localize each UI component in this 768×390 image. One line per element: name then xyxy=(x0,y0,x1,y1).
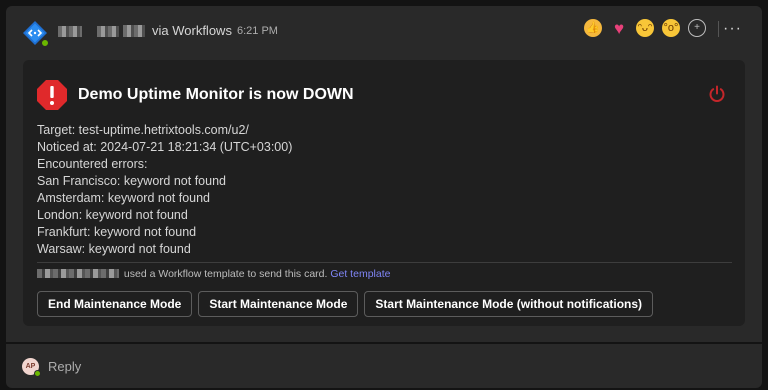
message-container: via Workflows 6:21 PM 👍 ♥ ᵔᴗᵔ °o° + ··· … xyxy=(6,6,762,342)
start-maintenance-mode-button[interactable]: Start Maintenance Mode xyxy=(198,291,359,317)
redacted-sender-name xyxy=(58,26,82,37)
get-template-link[interactable]: Get template xyxy=(330,268,390,280)
detail-line-error: Amsterdam: keyword not found xyxy=(37,191,210,205)
avatar-initials: AP xyxy=(25,363,36,370)
alert-octagon-icon xyxy=(37,80,67,110)
reply-button[interactable]: Reply xyxy=(48,359,81,374)
detail-line-errors-heading: Encountered errors: xyxy=(37,157,148,171)
start-maintenance-mode-silent-button[interactable]: Start Maintenance Mode (without notifica… xyxy=(364,291,654,317)
user-avatar: AP xyxy=(22,358,41,377)
card-details: Target: test-uptime.hetrixtools.com/u2/ … xyxy=(37,122,292,258)
card-actions: End Maintenance Mode Start Maintenance M… xyxy=(37,291,654,317)
like-icon[interactable]: 👍 xyxy=(584,19,602,37)
redacted-sender-name xyxy=(123,25,145,37)
message-timestamp: 6:21 PM xyxy=(237,25,278,37)
card-divider xyxy=(37,262,732,263)
more-options-icon[interactable]: ··· xyxy=(723,20,742,38)
adaptive-card: Demo Uptime Monitor is now DOWN Target: … xyxy=(23,60,745,326)
detail-line-target: Target: test-uptime.hetrixtools.com/u2/ xyxy=(37,123,249,137)
online-status-icon xyxy=(40,38,50,48)
template-attribution: used a Workflow template to send this ca… xyxy=(37,268,390,280)
sender-via-label: via Workflows xyxy=(152,23,232,38)
detail-line-error: San Francisco: keyword not found xyxy=(37,174,226,188)
detail-line-error: Frankfurt: keyword not found xyxy=(37,225,197,239)
add-reaction-icon[interactable]: + xyxy=(688,19,706,37)
laugh-icon[interactable]: ᵔᴗᵔ xyxy=(636,19,654,37)
detail-line-error: Warsaw: keyword not found xyxy=(37,242,191,256)
redacted-user-name xyxy=(37,269,119,278)
divider xyxy=(718,21,719,37)
power-icon xyxy=(709,85,725,102)
surprised-icon[interactable]: °o° xyxy=(662,19,680,37)
reply-bar[interactable]: AP Reply xyxy=(6,344,762,388)
heart-icon[interactable]: ♥ xyxy=(610,19,628,37)
end-maintenance-mode-button[interactable]: End Maintenance Mode xyxy=(37,291,193,317)
workflows-app-avatar[interactable] xyxy=(22,20,50,48)
redacted-sender-name xyxy=(97,26,119,37)
card-title: Demo Uptime Monitor is now DOWN xyxy=(78,86,354,103)
online-status-icon xyxy=(34,370,41,377)
template-note-text: used a Workflow template to send this ca… xyxy=(123,268,328,280)
detail-line-error: London: keyword not found xyxy=(37,208,188,222)
detail-line-noticed: Noticed at: 2024-07-21 18:21:34 (UTC+03:… xyxy=(37,140,293,154)
reaction-bar: 👍 ♥ ᵔᴗᵔ °o° + xyxy=(584,19,706,37)
